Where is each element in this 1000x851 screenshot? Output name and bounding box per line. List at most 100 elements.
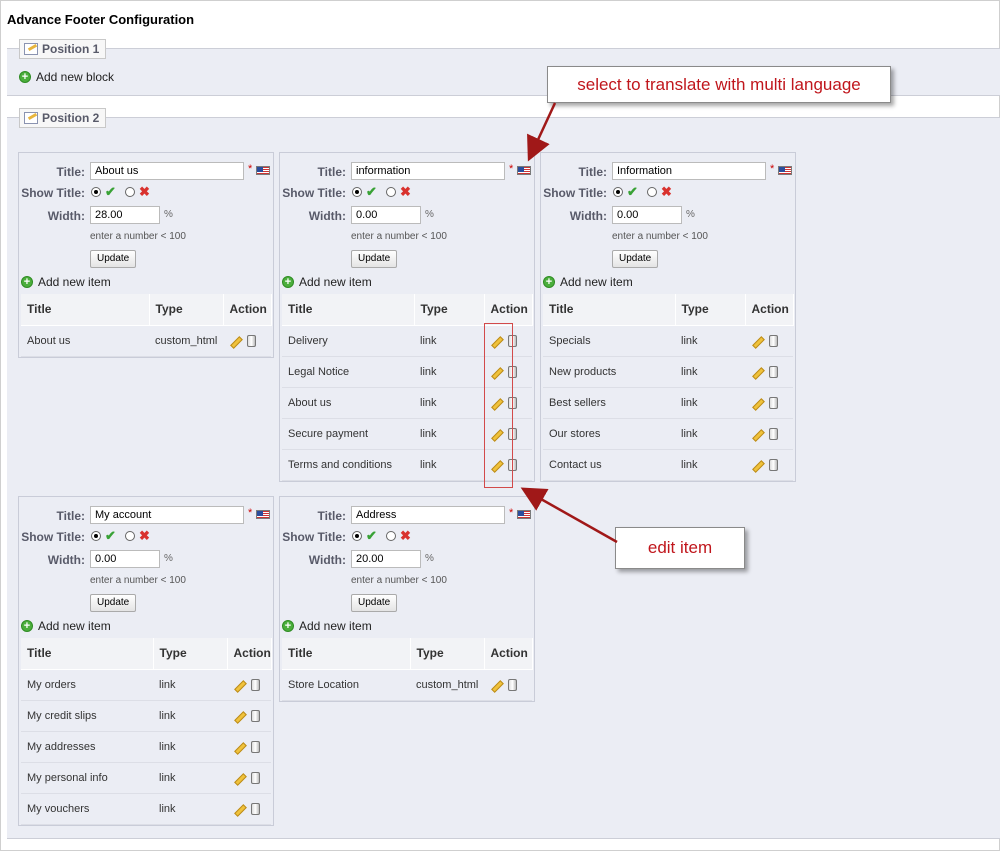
- fieldset-edit-icon: [24, 112, 38, 124]
- add-new-item-link[interactable]: + Add new item: [543, 275, 633, 289]
- item-action-cell: [227, 730, 272, 763]
- position-2-legend-label: Position 2: [42, 111, 100, 125]
- add-new-item-link[interactable]: + Add new item: [282, 619, 372, 633]
- cross-icon: ✖: [139, 184, 150, 199]
- show-title-yes-radio[interactable]: [613, 187, 623, 197]
- delete-bin-icon[interactable]: [251, 740, 260, 753]
- footer-block: Title: My account * Show Title: ✔ ✖ Widt…: [18, 496, 274, 826]
- table-row: My addresses link: [21, 730, 272, 763]
- update-button[interactable]: Update: [90, 250, 137, 268]
- block-width-input[interactable]: 28.00: [90, 206, 160, 224]
- block-title-input[interactable]: Address: [351, 506, 505, 524]
- delete-bin-icon[interactable]: [251, 709, 260, 722]
- add-new-item-link[interactable]: + Add new item: [282, 275, 372, 289]
- delete-bin-icon[interactable]: [251, 771, 260, 784]
- delete-bin-icon[interactable]: [769, 396, 778, 409]
- block-title-input[interactable]: About us: [90, 162, 244, 180]
- update-button[interactable]: Update: [351, 594, 398, 612]
- edit-pencil-icon[interactable]: [233, 772, 245, 784]
- edit-pencil-icon[interactable]: [751, 366, 763, 378]
- item-title-cell: My credit slips: [21, 699, 153, 732]
- block-width-input[interactable]: 20.00: [351, 550, 421, 568]
- block-title-input[interactable]: My account: [90, 506, 244, 524]
- item-action-cell: [227, 668, 272, 701]
- col-type-header: Type: [675, 294, 746, 326]
- edit-pencil-icon[interactable]: [233, 803, 245, 815]
- edit-pencil-icon[interactable]: [751, 397, 763, 409]
- show-title-yes-radio[interactable]: [91, 187, 101, 197]
- required-marker: *: [509, 163, 514, 175]
- us-flag-icon[interactable]: [778, 166, 792, 175]
- add-plus-icon: +: [282, 620, 294, 632]
- delete-bin-icon[interactable]: [769, 365, 778, 378]
- show-title-no-radio[interactable]: [386, 187, 396, 197]
- show-title-no-radio[interactable]: [125, 187, 135, 197]
- block-title-input[interactable]: Information: [612, 162, 766, 180]
- item-title-cell: Delivery: [282, 324, 414, 357]
- show-title-no-radio[interactable]: [386, 531, 396, 541]
- edit-pencil-icon[interactable]: [233, 710, 245, 722]
- required-marker: *: [509, 507, 514, 519]
- update-button[interactable]: Update: [612, 250, 659, 268]
- show-title-yes-radio[interactable]: [352, 531, 362, 541]
- add-new-item-label: Add new item: [38, 275, 111, 289]
- table-row: New products link: [543, 355, 793, 388]
- col-title-header: Title: [282, 294, 415, 326]
- us-flag-icon[interactable]: [256, 510, 270, 519]
- block-title-input[interactable]: information: [351, 162, 505, 180]
- item-type-cell: link: [675, 386, 745, 419]
- add-plus-icon: +: [21, 620, 33, 632]
- col-title-header: Title: [543, 294, 676, 326]
- delete-bin-icon[interactable]: [769, 427, 778, 440]
- title-label: Title:: [56, 509, 85, 523]
- table-row: Contact us link: [543, 448, 793, 481]
- block-width-input[interactable]: 0.00: [612, 206, 682, 224]
- add-new-item-label: Add new item: [38, 619, 111, 633]
- edit-pencil-icon[interactable]: [233, 741, 245, 753]
- update-button[interactable]: Update: [351, 250, 398, 268]
- col-type-header: Type: [410, 638, 485, 670]
- show-title-yes-radio[interactable]: [91, 531, 101, 541]
- item-title-cell: Terms and conditions: [282, 448, 414, 481]
- edit-pencil-icon[interactable]: [751, 459, 763, 471]
- item-action-cell: [745, 417, 793, 450]
- delete-bin-icon[interactable]: [508, 678, 517, 691]
- add-new-item-link[interactable]: + Add new item: [21, 275, 111, 289]
- delete-bin-icon[interactable]: [251, 678, 260, 691]
- item-type-cell: link: [153, 761, 227, 794]
- us-flag-icon[interactable]: [517, 166, 531, 175]
- delete-bin-icon[interactable]: [247, 334, 256, 347]
- table-row: My orders link: [21, 668, 272, 701]
- col-title-header: Title: [282, 638, 411, 670]
- item-type-cell: link: [153, 668, 227, 701]
- add-new-block-label: Add new block: [36, 70, 115, 84]
- edit-pencil-icon[interactable]: [751, 428, 763, 440]
- delete-bin-icon[interactable]: [769, 458, 778, 471]
- add-new-block-link[interactable]: + Add new block: [19, 70, 114, 84]
- edit-pencil-icon[interactable]: [229, 335, 241, 347]
- edit-pencil-icon[interactable]: [751, 335, 763, 347]
- show-title-label: Show Title:: [21, 530, 85, 544]
- items-table: Title Type Action About us custom_html: [21, 294, 272, 357]
- block-width-input[interactable]: 0.00: [351, 206, 421, 224]
- item-type-cell: link: [414, 355, 484, 388]
- item-type-cell: link: [414, 417, 484, 450]
- col-action-header: Action: [484, 294, 533, 326]
- table-header-row: Title Type Action: [543, 294, 794, 326]
- show-title-no-radio[interactable]: [125, 531, 135, 541]
- show-title-yes-radio[interactable]: [352, 187, 362, 197]
- edit-pencil-icon[interactable]: [490, 679, 502, 691]
- update-button[interactable]: Update: [90, 594, 137, 612]
- edit-pencil-icon[interactable]: [233, 679, 245, 691]
- width-label: Width:: [47, 209, 85, 223]
- us-flag-icon[interactable]: [517, 510, 531, 519]
- show-title-no-radio[interactable]: [647, 187, 657, 197]
- us-flag-icon[interactable]: [256, 166, 270, 175]
- delete-bin-icon[interactable]: [251, 802, 260, 815]
- add-new-item-label: Add new item: [299, 275, 372, 289]
- item-action-cell: [227, 699, 272, 732]
- add-new-item-link[interactable]: + Add new item: [21, 619, 111, 633]
- block-width-input[interactable]: 0.00: [90, 550, 160, 568]
- items-table: Title Type Action Store Location custom_…: [282, 638, 533, 701]
- delete-bin-icon[interactable]: [769, 334, 778, 347]
